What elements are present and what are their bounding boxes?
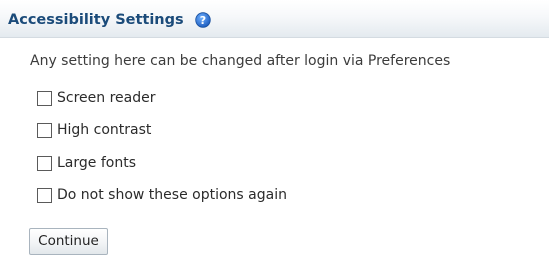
panel-header: Accessibility Settings ?: [0, 0, 549, 38]
screen-reader-label: Screen reader: [57, 90, 156, 106]
screen-reader-option[interactable]: Screen reader: [37, 89, 155, 107]
help-icon[interactable]: ?: [195, 12, 211, 28]
large-fonts-checkbox[interactable]: [37, 155, 52, 171]
svg-text:?: ?: [200, 14, 206, 27]
accessibility-settings-panel: Accessibility Settings ? Any setting her…: [0, 0, 549, 263]
screen-reader-checkbox[interactable]: [37, 90, 52, 106]
description-text: Any setting here can be changed after lo…: [30, 53, 451, 69]
continue-button[interactable]: Continue: [29, 228, 108, 255]
panel-title: Accessibility Settings: [8, 12, 184, 28]
high-contrast-label: High contrast: [57, 122, 152, 138]
large-fonts-label: Large fonts: [57, 155, 136, 171]
do-not-show-again-label: Do not show these options again: [57, 187, 287, 203]
do-not-show-again-checkbox[interactable]: [37, 187, 52, 203]
large-fonts-option[interactable]: Large fonts: [37, 154, 136, 172]
high-contrast-option[interactable]: High contrast: [37, 121, 151, 139]
do-not-show-again-option[interactable]: Do not show these options again: [37, 186, 287, 204]
high-contrast-checkbox[interactable]: [37, 122, 52, 138]
